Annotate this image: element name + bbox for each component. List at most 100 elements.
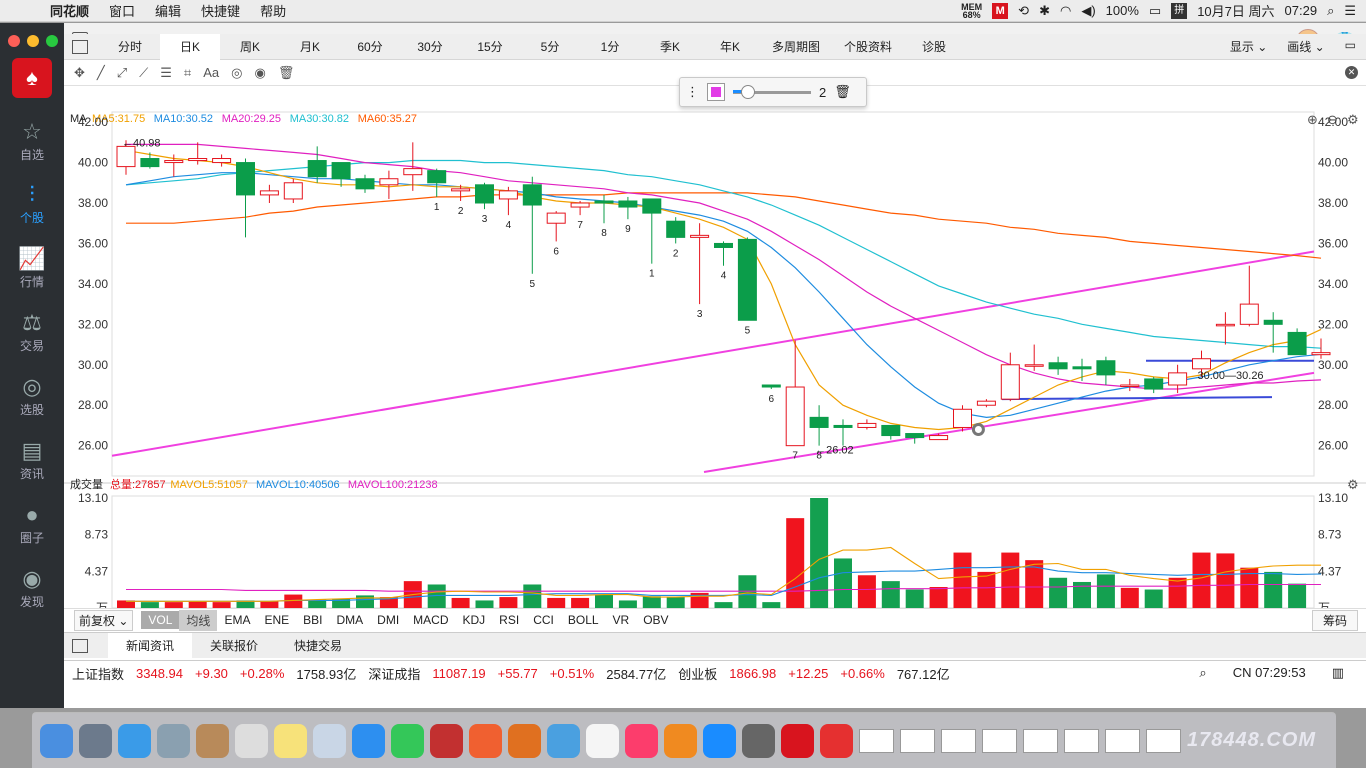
dock-window-thumbnail[interactable] [859,728,894,753]
chip-button[interactable]: 筹码 [1311,609,1358,631]
dock-app-icon[interactable] [157,723,190,758]
ind-ema[interactable]: EMA [217,611,257,629]
ind-vol[interactable]: VOL [141,611,180,629]
news-panel-icon[interactable] [72,638,88,653]
search-icon[interactable]: ⌕ [1199,665,1206,681]
dock-app-icon[interactable] [742,723,775,758]
tab-diagnose[interactable]: 诊股 [904,34,964,60]
volume-icon[interactable]: ◀) [1081,3,1095,19]
dock-app-icon[interactable] [703,723,736,758]
tab-stock-profile[interactable]: 个股资料 [832,34,904,60]
close-window-button[interactable] [8,35,20,47]
dock-app-icon[interactable] [781,723,814,758]
dock-app-icon[interactable] [352,723,385,758]
ind-boll[interactable]: BOLL [561,611,606,629]
tab-quarter-k[interactable]: 季K [640,34,700,60]
menu-edit[interactable]: 编辑 [145,1,191,20]
sidebar-item-favorites[interactable]: ☆ 自选 [0,118,64,163]
clock-time[interactable]: 07:29 [1285,3,1318,18]
dock-window-thumbnail[interactable] [982,728,1017,753]
sz-index-name[interactable]: 深证成指 [368,664,420,683]
wifi-icon[interactable]: ◠ [1060,3,1071,19]
volume-settings-icon[interactable]: ⚙ [1347,477,1359,492]
dock-app-icon[interactable] [40,723,73,758]
dock-app-icon[interactable] [469,723,502,758]
tab-related-quotes[interactable]: 关联报价 [192,633,276,659]
tab-5min[interactable]: 5分 [520,34,580,60]
dock-app-icon[interactable] [508,723,541,758]
chart-zoom-control[interactable]: ⊕ [1307,112,1318,127]
ind-macd[interactable]: MACD [406,611,455,629]
ind-dma[interactable]: DMA [329,611,370,629]
tab-quick-trade[interactable]: 快捷交易 [276,633,360,659]
tab-multi-period[interactable]: 多周期图 [760,34,832,60]
dock-app-icon[interactable] [625,723,658,758]
tab-monthly-k[interactable]: 月K [280,34,340,60]
ind-obv[interactable]: OBV [636,611,675,629]
width-slider[interactable] [733,84,811,99]
sh-index-name[interactable]: 上证指数 [72,664,124,683]
move-tool-icon[interactable]: ✥ [74,65,85,81]
fuquan-select[interactable]: 前复权 ⌄ [74,609,134,631]
trash-icon[interactable]: 🗑 [834,84,851,100]
dock-app-icon[interactable] [547,723,580,758]
line-tool-icon[interactable]: ╱ [97,65,105,81]
menu-shortcut[interactable]: 快捷键 [191,1,250,20]
tab-intraday[interactable]: 分时 [100,34,160,60]
dock-app-icon[interactable] [820,723,853,758]
input-method-icon[interactable]: 拼 [1171,2,1188,19]
sidebar-item-market[interactable]: 📈 行情 [0,245,64,290]
ind-kdj[interactable]: KDJ [456,611,493,629]
notification-icon[interactable]: ☰ [1344,3,1356,19]
tab-30min[interactable]: 30分 [400,34,460,60]
dock-app-icon[interactable] [313,723,346,758]
menu-help[interactable]: 帮助 [250,1,296,20]
clock-date[interactable]: 10月7日 周六 [1197,1,1274,20]
dock-window-thumbnail[interactable] [1146,728,1181,753]
dock-app-icon[interactable] [235,723,268,758]
dock-app-icon[interactable] [391,723,424,758]
ind-vr[interactable]: VR [606,611,637,629]
segment-tool-icon[interactable]: ⤢ [117,65,127,81]
close-toolbar-icon[interactable]: ✕ [1345,66,1358,79]
kline-chart[interactable]: MA MA5:31.75 MA10:30.52 MA20:29.25 MA30:30.8… [64,86,1366,626]
display-dropdown[interactable]: 显示 ⌄ [1230,38,1267,55]
mem-indicator[interactable]: MEM 68% [961,2,982,19]
dock-app-icon[interactable] [196,723,229,758]
mail-red-icon[interactable]: M [992,2,1009,19]
sidebar-item-stock[interactable]: ⫶ 个股 [0,181,64,226]
cycle-tool-icon[interactable]: ◎ [231,65,242,81]
sidebar-item-circle[interactable]: ● 圈子 [0,501,64,546]
ind-ene[interactable]: ENE [257,611,296,629]
status-panel-icon[interactable]: ▥ [1332,665,1344,681]
sidebar-item-news[interactable]: ▤ 资讯 [0,437,64,482]
dock-app-icon[interactable] [664,723,697,758]
dock-app-icon[interactable] [430,723,463,758]
ind-bbi[interactable]: BBI [296,611,329,629]
tab-news[interactable]: 新闻资讯 [108,632,193,659]
sidebar-item-discover[interactable]: ◉ 发现 [0,565,64,610]
rect-tool-icon[interactable]: ⌗ [184,65,191,81]
battery-icon[interactable]: ▭ [1149,3,1161,19]
ind-dmi[interactable]: DMI [370,611,406,629]
ind-ma[interactable]: 均线 [179,609,218,631]
fib-tool-icon[interactable]: ◉ [254,65,265,81]
panel-right-icon[interactable]: ▭ [1345,38,1356,55]
channel-tool-icon[interactable]: ☰ [160,65,172,81]
delete-tool-icon[interactable]: 🗑 [278,65,295,81]
tab-15min[interactable]: 15分 [460,34,520,60]
chart-zoom-control[interactable]: ⚙ [1347,112,1359,127]
tab-60min[interactable]: 60分 [340,34,400,60]
ind-cci[interactable]: CCI [526,611,561,629]
sidebar-item-screener[interactable]: ◎ 选股 [0,373,64,418]
dock-window-thumbnail[interactable] [941,728,976,753]
dock-app-icon[interactable] [118,723,151,758]
dock-window-thumbnail[interactable] [1064,728,1099,753]
dock-app-icon[interactable] [274,723,307,758]
dock-app-icon[interactable] [79,723,112,758]
drawline-dropdown[interactable]: 画线 ⌄ [1287,38,1324,55]
zoom-window-button[interactable] [46,35,58,47]
dock-app-icon[interactable] [586,723,619,758]
cy-index-name[interactable]: 创业板 [678,664,717,683]
color-swatch[interactable] [707,83,725,101]
